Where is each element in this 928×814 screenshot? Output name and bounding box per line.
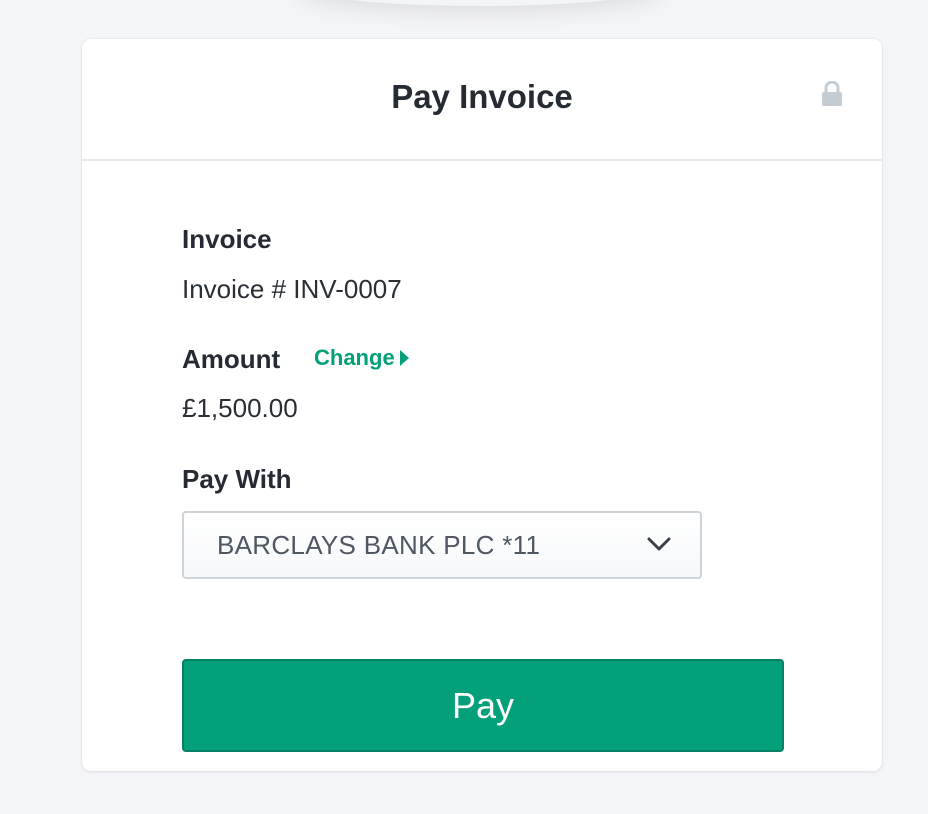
caret-right-icon (399, 350, 409, 366)
change-link-label: Change (314, 345, 395, 370)
chevron-down-icon (647, 537, 671, 551)
invoice-number: Invoice # INV-0007 (182, 274, 402, 304)
card-header: Pay Invoice (82, 39, 882, 161)
amount-label: Amount (182, 344, 281, 374)
lock-icon (822, 81, 842, 106)
payment-method-select[interactable]: BARCLAYS BANK PLC *11 (182, 511, 702, 579)
pay-with-label: Pay With (182, 464, 292, 494)
pay-button[interactable]: Pay (182, 659, 784, 752)
amount-value: £1,500.00 (182, 393, 298, 423)
change-amount-link[interactable]: Change (314, 344, 409, 372)
background-shadow (300, 0, 660, 6)
pay-invoice-card: Pay Invoice Invoice Invoice # INV-0007 A… (82, 39, 882, 771)
invoice-label: Invoice (182, 224, 272, 254)
payment-method-value: BARCLAYS BANK PLC *11 (217, 530, 541, 560)
page-title: Pay Invoice (391, 78, 573, 115)
